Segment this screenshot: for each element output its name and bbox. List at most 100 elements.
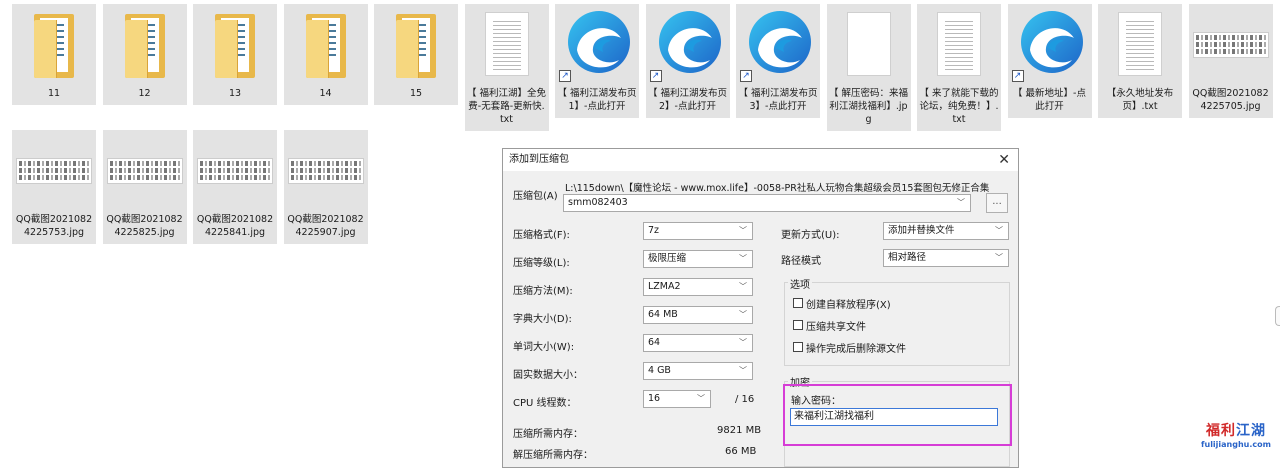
image-thumbnail xyxy=(1189,4,1273,84)
file-label: 13 xyxy=(228,88,242,99)
file-label: 11 xyxy=(47,88,61,99)
file-item[interactable]: ↗ 【 最新地址】-点此打开 xyxy=(1007,4,1092,118)
image-thumbnail xyxy=(193,130,277,210)
method-label: 压缩方法(M): xyxy=(513,286,573,297)
cpu-total: / 16 xyxy=(735,394,755,405)
password-label: 输入密码： xyxy=(791,396,841,407)
file-label: 【 福利江湖发布页2】-点此打开 xyxy=(647,88,728,112)
method-select[interactable]: LZMA2 ﹀ xyxy=(643,278,753,296)
file-item[interactable]: QQ截图20210824225841.jpg xyxy=(193,130,277,244)
password-input[interactable]: 来福利江湖找福利 xyxy=(790,408,998,426)
file-label: 【 福利江湖】全免费-无套路-更新快.txt xyxy=(466,88,547,125)
file-label: 14 xyxy=(319,88,332,99)
update-select[interactable]: 添加并替换文件 ﹀ xyxy=(883,222,1009,240)
file-item[interactable]: QQ截图20210824225705.jpg xyxy=(1188,4,1273,118)
path-label: 路径模式 xyxy=(781,256,821,267)
solid-select[interactable]: 4 GB ﹀ xyxy=(643,362,753,380)
file-label: QQ截图20210824225907.jpg xyxy=(287,214,364,238)
image-thumbnail xyxy=(284,130,368,210)
file-item[interactable]: ↗ 【 福利江湖发布页1】-点此打开 xyxy=(555,4,639,118)
shortcut-arrow-icon: ↗ xyxy=(559,70,571,82)
file-item[interactable]: ↗ 【 福利江湖发布页2】-点此打开 xyxy=(645,4,730,118)
file-item[interactable]: 【 福利江湖】全免费-无套路-更新快.txt xyxy=(464,4,549,131)
edge-icon: ↗ xyxy=(736,4,820,84)
file-label: 【 福利江湖发布页1】-点此打开 xyxy=(557,88,637,112)
path-select[interactable]: 相对路径 ﹀ xyxy=(883,249,1009,267)
mem-decomp-label: 解压缩所需内存： xyxy=(513,450,593,461)
cpu-select[interactable]: 16 ﹀ xyxy=(643,390,711,408)
file-item[interactable]: 【 解压密码：来福利江湖找福利】.jpg xyxy=(826,4,911,131)
file-label: 【 来了就能下载的论坛，纯免费！】.txt xyxy=(919,88,999,125)
file-item[interactable]: 12 xyxy=(102,4,187,105)
text-file-icon xyxy=(1098,4,1182,84)
edge-icon: ↗ xyxy=(1008,4,1092,84)
cpu-label: CPU 线程数： xyxy=(513,398,577,409)
shared-checkbox[interactable] xyxy=(793,320,803,330)
shortcut-arrow-icon: ↗ xyxy=(1011,70,1024,82)
shared-label: 压缩共享文件 xyxy=(806,322,866,333)
text-file-icon xyxy=(465,4,549,84)
mem-decomp-value: 66 MB xyxy=(725,446,757,457)
dialog-titlebar: 添加到压缩包 ✕ xyxy=(503,149,1018,171)
format-select[interactable]: 7z ﹀ xyxy=(643,222,753,240)
browse-button[interactable]: ... xyxy=(986,193,1008,213)
side-scroll-handle[interactable] xyxy=(1275,306,1280,326)
dict-select[interactable]: 64 MB ﹀ xyxy=(643,306,753,324)
sfx-label: 创建自释放程序(X) xyxy=(806,300,891,311)
file-item[interactable]: QQ截图20210824225753.jpg xyxy=(12,130,96,244)
file-label: 【 解压密码：来福利江湖找福利】.jpg xyxy=(828,88,909,125)
image-file-icon xyxy=(827,4,911,84)
watermark-text1: 福利 xyxy=(1206,423,1236,439)
file-label: 【 最新地址】-点此打开 xyxy=(1013,88,1086,112)
chevron-down-icon: ﹀ xyxy=(739,366,747,375)
file-item[interactable]: QQ截图20210824225907.jpg xyxy=(283,130,368,244)
file-label: 【 福利江湖发布页3】-点此打开 xyxy=(738,88,818,112)
file-label: QQ截图20210824225841.jpg xyxy=(196,214,274,238)
archive-name-value: smm082403 xyxy=(568,197,628,208)
format-value: 7z xyxy=(648,225,660,236)
chevron-down-icon: ﹀ xyxy=(957,198,965,207)
dialog-title: 添加到压缩包 xyxy=(509,154,569,165)
image-thumbnail xyxy=(103,130,187,210)
edge-icon: ↗ xyxy=(555,4,639,84)
file-item[interactable]: 【永久地址发布页】.txt xyxy=(1098,4,1182,118)
archive-path: L:\115down\【魔性论坛 - www.mox.life】-0058-PR… xyxy=(565,183,990,194)
file-item[interactable]: 15 xyxy=(374,4,458,105)
level-label: 压缩等级(L): xyxy=(513,258,570,269)
delete-checkbox[interactable] xyxy=(793,342,803,352)
archive-label: 压缩包(A) xyxy=(513,191,558,202)
watermark-url: fulijianghu.com xyxy=(1201,440,1271,449)
file-label: QQ截图20210824225753.jpg xyxy=(15,214,93,238)
chevron-down-icon: ﹀ xyxy=(995,226,1003,235)
close-icon[interactable]: ✕ xyxy=(998,149,1010,171)
file-label: QQ截图20210824225705.jpg xyxy=(1192,88,1269,112)
file-item[interactable]: QQ截图20210824225825.jpg xyxy=(102,130,187,244)
level-select[interactable]: 极限压缩 ﹀ xyxy=(643,250,753,268)
word-value: 64 xyxy=(648,337,661,348)
file-item[interactable]: 13 xyxy=(193,4,277,105)
word-select[interactable]: 64 ﹀ xyxy=(643,334,753,352)
chevron-down-icon: ﹀ xyxy=(739,310,747,319)
shortcut-arrow-icon: ↗ xyxy=(740,70,752,82)
watermark-text2: 江湖 xyxy=(1236,423,1266,439)
chevron-down-icon: ﹀ xyxy=(739,226,747,235)
dict-value: 64 MB xyxy=(648,309,678,320)
dict-label: 字典大小(D): xyxy=(513,314,572,325)
add-to-archive-dialog: 添加到压缩包 ✕ 压缩包(A) L:\115down\【魔性论坛 - www.m… xyxy=(502,148,1019,468)
folder-icon xyxy=(284,4,368,84)
image-thumbnail xyxy=(12,130,96,210)
watermark-logo: 福利江湖 fulijianghu.com xyxy=(1196,420,1276,458)
chevron-down-icon: ﹀ xyxy=(739,338,747,347)
archive-name-combo[interactable]: smm082403 ﹀ xyxy=(563,194,971,212)
file-label: QQ截图20210824225825.jpg xyxy=(106,214,183,238)
method-value: LZMA2 xyxy=(648,281,681,292)
file-item[interactable]: ↗ 【 福利江湖发布页3】-点此打开 xyxy=(736,4,820,118)
folder-icon xyxy=(374,4,458,84)
file-item[interactable]: 11 xyxy=(12,4,96,105)
shortcut-arrow-icon: ↗ xyxy=(649,70,662,82)
solid-label: 固实数据大小： xyxy=(513,370,583,381)
file-item[interactable]: 14 xyxy=(283,4,368,105)
sfx-checkbox[interactable] xyxy=(793,298,803,308)
file-item[interactable]: 【 来了就能下载的论坛，纯免费！】.txt xyxy=(917,4,1001,131)
file-label: 15 xyxy=(409,88,423,99)
